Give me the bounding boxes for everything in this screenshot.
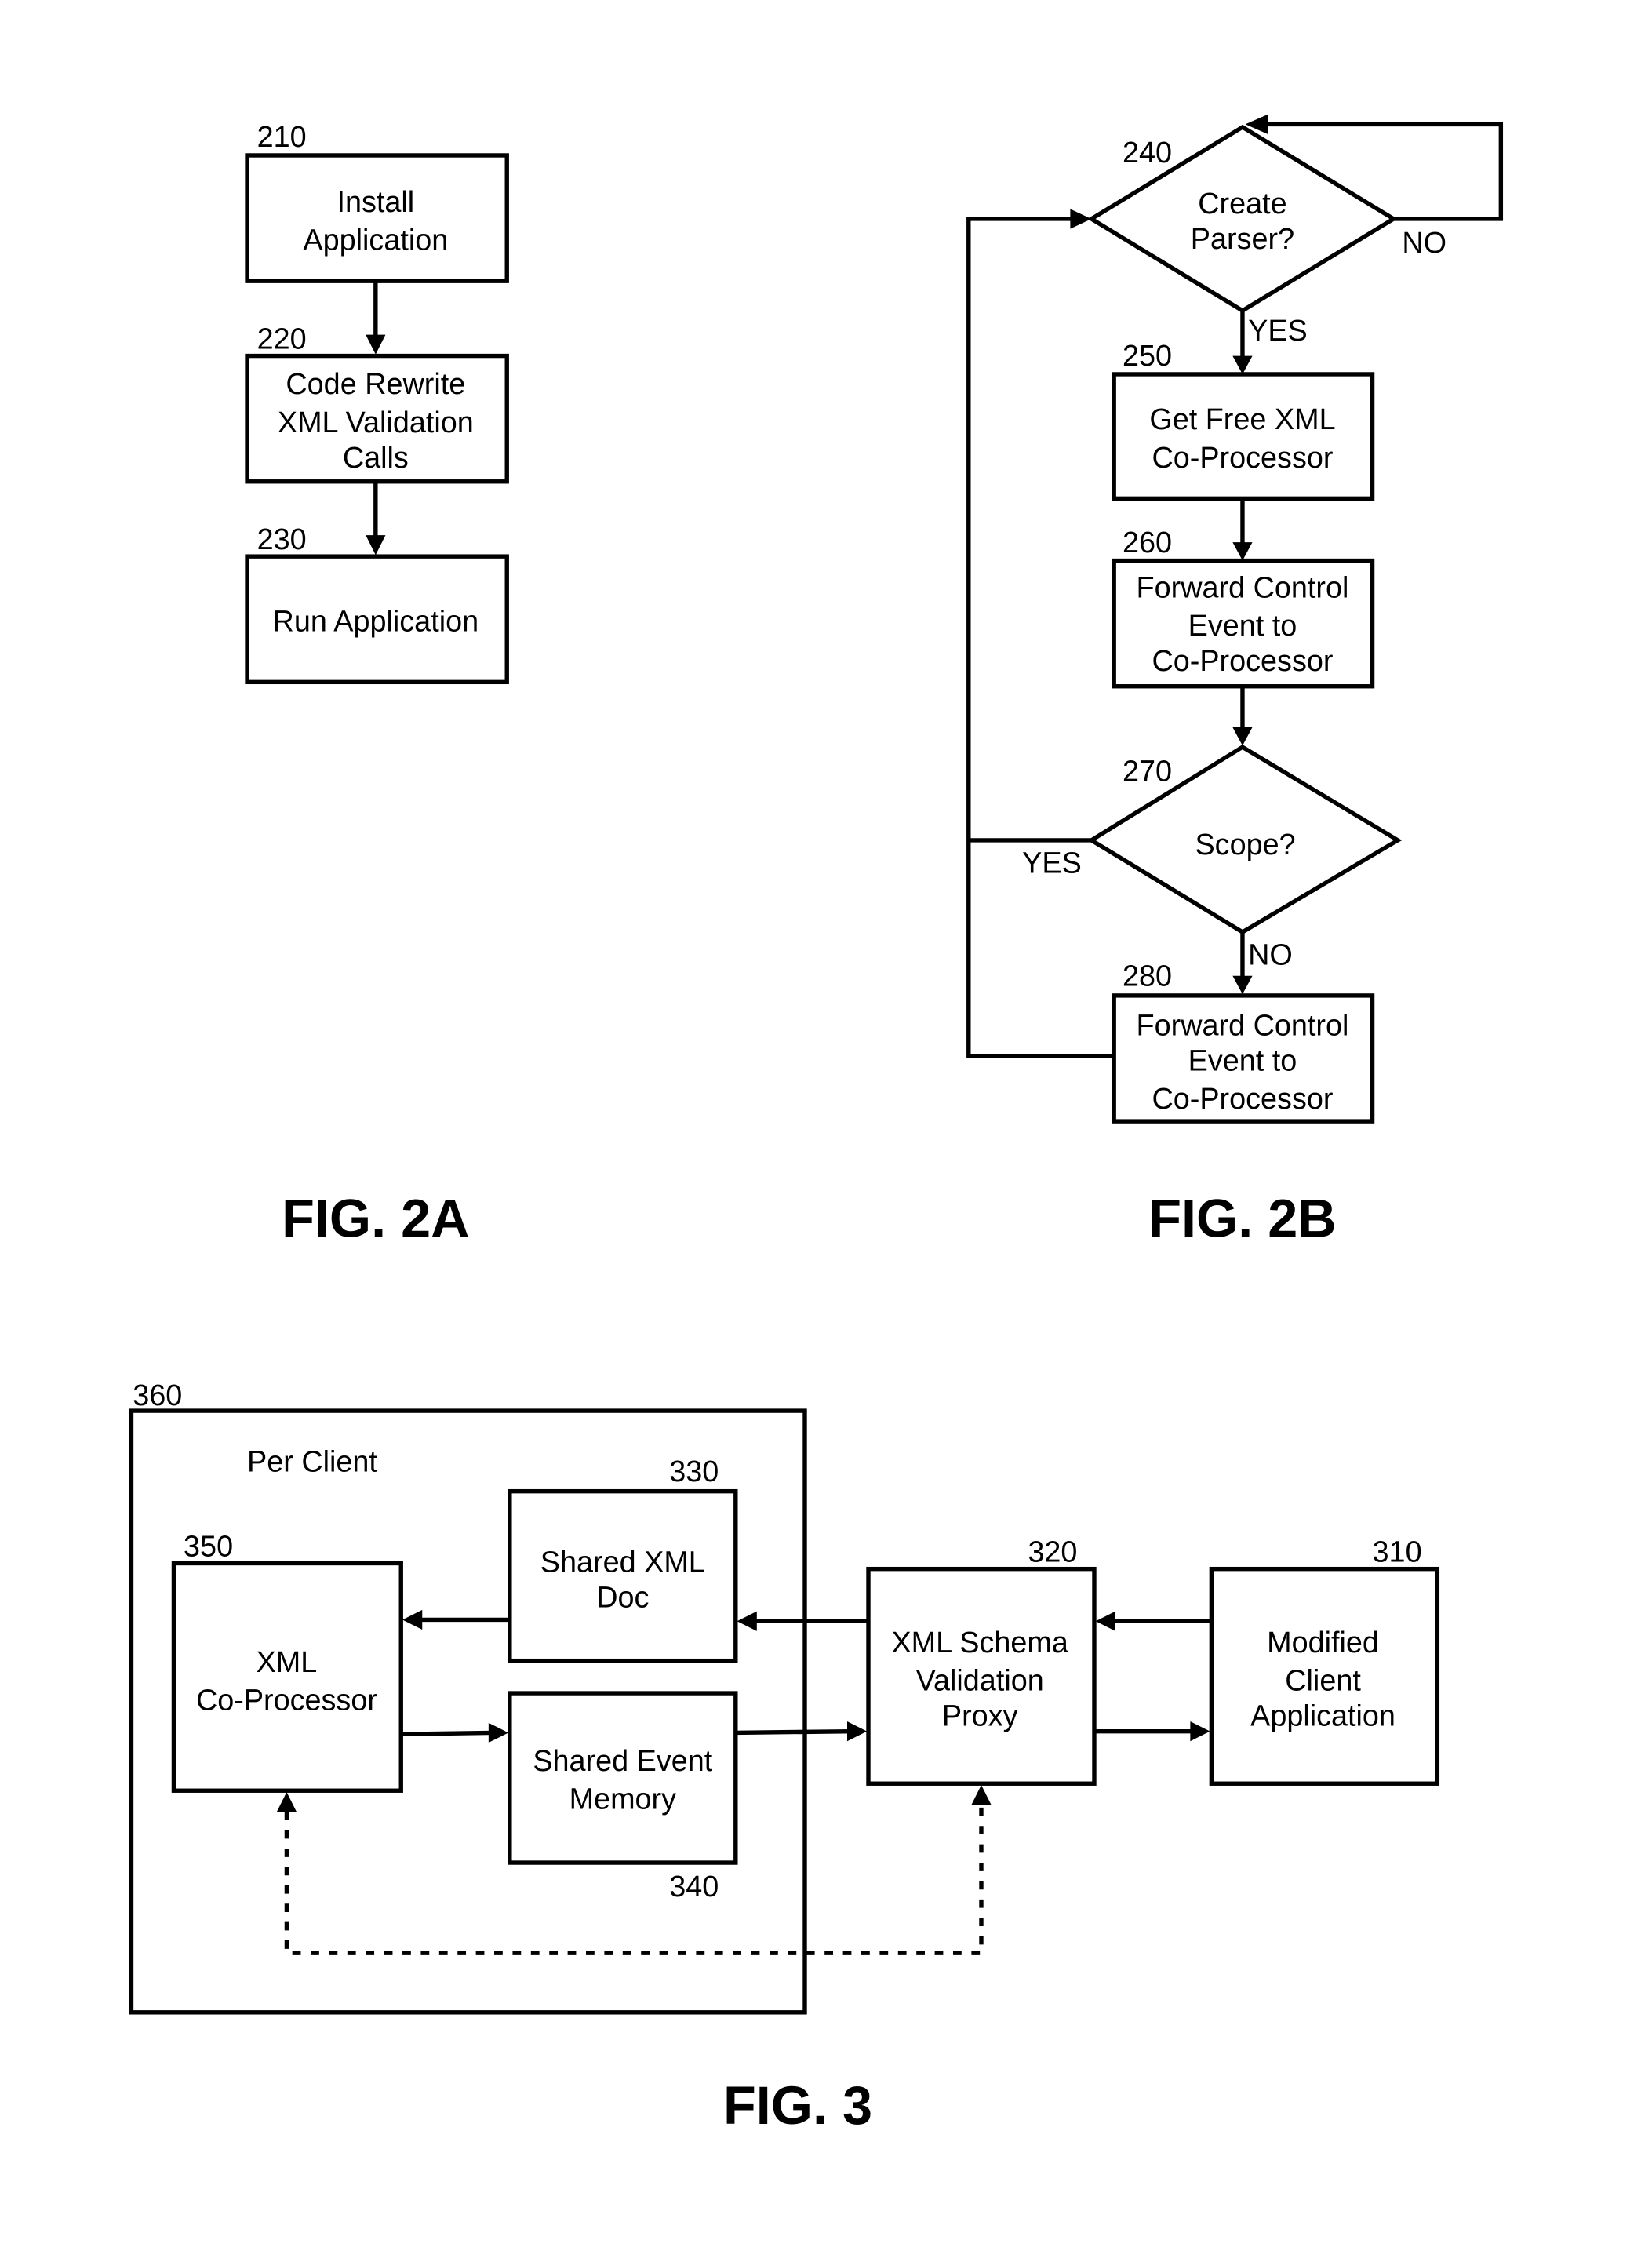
- coprocessor-line-2: Co-Processor: [196, 1685, 377, 1717]
- arrow-head: [971, 1785, 992, 1805]
- client-app-line-2: Client: [1285, 1664, 1361, 1697]
- label-270-no: NO: [1248, 938, 1293, 971]
- arrow-head: [1232, 727, 1253, 746]
- step-260-line-2: Event to: [1188, 610, 1297, 643]
- ref-270: 270: [1123, 755, 1172, 788]
- coprocessor-line-1: XML: [257, 1646, 318, 1679]
- step-280-line-2: Event to: [1188, 1044, 1297, 1077]
- shared-doc-line-1: Shared XML: [540, 1546, 705, 1579]
- arrow-head: [1190, 1721, 1210, 1742]
- arrow-head: [1232, 975, 1253, 995]
- ref-220: 220: [257, 323, 307, 356]
- step-220-line-2: XML Validation: [278, 406, 474, 439]
- fig-2b: 240 Create Parser? NO YES 250 Get Free X…: [966, 114, 1504, 1249]
- decision-270-line-1: Scope?: [1195, 829, 1295, 861]
- decision-240-line-1: Create: [1198, 188, 1286, 220]
- caption-fig-2b: FIG. 2B: [1148, 1189, 1336, 1249]
- step-210-line-2: Application: [303, 224, 448, 257]
- fig-2a: 210 Install Application 220 Code Rewrite…: [245, 121, 509, 1249]
- arrow-head: [366, 535, 386, 555]
- label-240-no: NO: [1402, 227, 1446, 260]
- step-280-line-1: Forward Control: [1137, 1009, 1349, 1042]
- step-260-line-1: Forward Control: [1137, 571, 1349, 604]
- arrow-head: [1070, 209, 1092, 229]
- connector-350-340: [401, 1730, 493, 1736]
- proxy-line-3: Proxy: [942, 1699, 1018, 1732]
- step-210-line-1: Install: [337, 186, 414, 219]
- shared-event-line-2: Memory: [569, 1783, 677, 1816]
- label-270-yes: YES: [1022, 847, 1082, 880]
- connector-340-320: [735, 1728, 852, 1736]
- ref-360: 360: [133, 1379, 182, 1412]
- step-220-line-3: Calls: [343, 442, 409, 475]
- step-250-line-1: Get Free XML: [1149, 403, 1335, 436]
- step-250-line-2: Co-Processor: [1152, 442, 1333, 475]
- step-220-line-1: Code Rewrite: [286, 368, 465, 401]
- arrow-head: [846, 1721, 868, 1742]
- ref-330: 330: [669, 1455, 719, 1488]
- arrow-head: [1232, 542, 1253, 561]
- label-240-yes: YES: [1248, 315, 1308, 348]
- decision-240-line-2: Parser?: [1191, 223, 1294, 256]
- ref-280: 280: [1123, 960, 1172, 993]
- ref-350: 350: [184, 1530, 233, 1563]
- shared-doc-line-2: Doc: [596, 1581, 649, 1614]
- ref-250: 250: [1123, 340, 1172, 373]
- per-client-label: Per Client: [247, 1445, 377, 1478]
- client-app-line-3: Application: [1250, 1699, 1395, 1732]
- patent-figures: 210 Install Application 220 Code Rewrite…: [129, 114, 1504, 2136]
- ref-260: 260: [1123, 526, 1172, 559]
- connector-loop-back-240: [966, 217, 1113, 1059]
- ref-210: 210: [257, 121, 307, 154]
- ref-340: 340: [669, 1870, 719, 1903]
- step-230-line-1: Run Application: [273, 606, 479, 639]
- arrow-head: [1232, 355, 1253, 374]
- ref-240: 240: [1123, 137, 1172, 169]
- client-app-line-1: Modified: [1267, 1626, 1379, 1659]
- step-280-line-3: Co-Processor: [1152, 1083, 1333, 1116]
- arrow-head: [1095, 1611, 1115, 1631]
- proxy-line-1: XML Schema: [891, 1626, 1068, 1659]
- fig-3: 360 Per Client 350 XML Co-Processor 330 …: [129, 1379, 1440, 2136]
- caption-fig-2a: FIG. 2A: [282, 1189, 469, 1249]
- arrow-head: [366, 334, 386, 355]
- ref-230: 230: [257, 523, 307, 556]
- proxy-line-2: Validation: [916, 1664, 1044, 1697]
- shared-event-line-1: Shared Event: [533, 1745, 712, 1778]
- step-260-line-3: Co-Processor: [1152, 645, 1333, 678]
- ref-320: 320: [1028, 1536, 1077, 1569]
- caption-fig-3: FIG. 3: [723, 2076, 872, 2136]
- ref-310: 310: [1373, 1536, 1422, 1569]
